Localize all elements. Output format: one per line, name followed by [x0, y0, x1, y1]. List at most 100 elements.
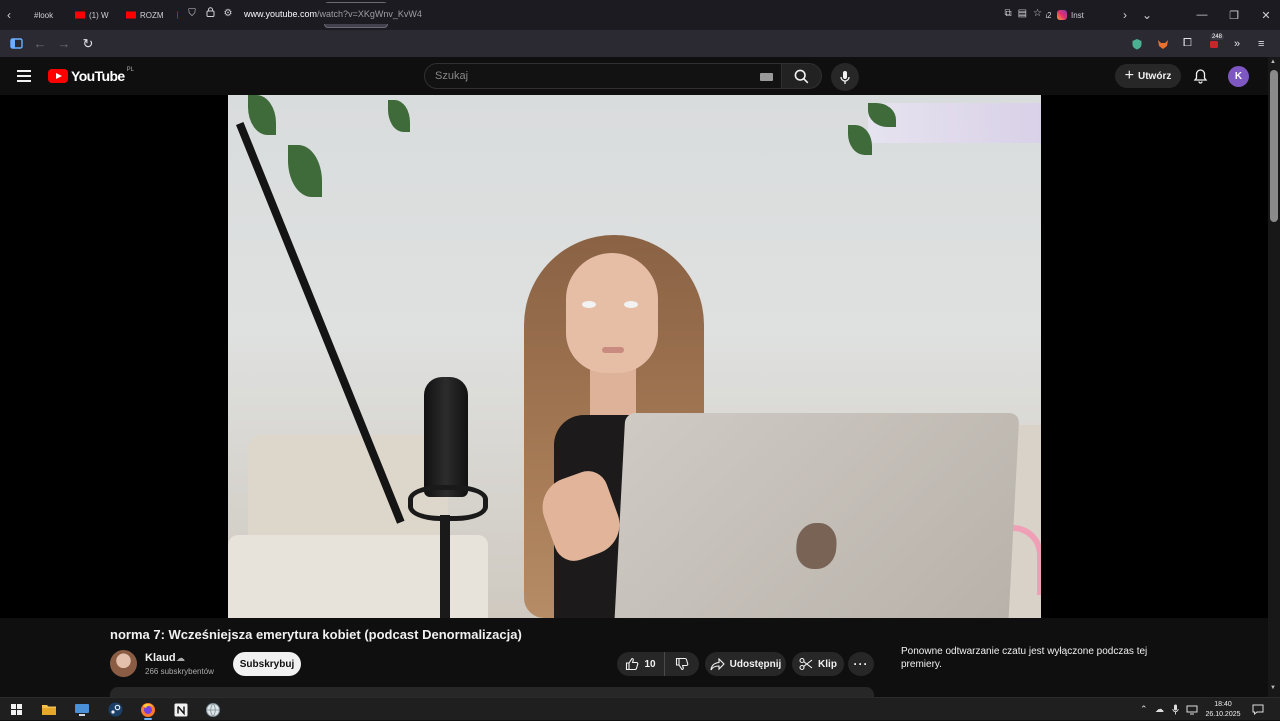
subscriber-count: 266 subskrybentów: [145, 667, 214, 676]
keyboard-icon[interactable]: [760, 73, 773, 81]
channel-avatar[interactable]: [110, 650, 137, 677]
eye: [582, 301, 596, 308]
onedrive-cloud-icon[interactable]: ☁: [1155, 698, 1164, 721]
description-box[interactable]: [110, 687, 874, 697]
file-explorer-icon[interactable]: [36, 699, 62, 720]
browser-tab[interactable]: Inst: [1051, 2, 1102, 28]
search-box: [424, 63, 782, 89]
network-icon[interactable]: [1186, 698, 1198, 721]
youtube-logo[interactable]: YouTube PL: [48, 67, 134, 84]
like-dislike-group: 10: [617, 652, 699, 676]
system-clock[interactable]: 18:40 26.10.2025: [1200, 700, 1246, 720]
youtube-icon: [75, 11, 85, 19]
tab-scroll-left-icon[interactable]: ‹: [0, 0, 18, 30]
clip-label: Klip: [818, 658, 837, 670]
extension-badge: 248: [1210, 34, 1225, 40]
share-icon: [710, 657, 725, 670]
video-frame[interactable]: [228, 95, 1041, 618]
picture-in-picture-icon[interactable]: ⧉: [1004, 8, 1011, 19]
app-globe-icon[interactable]: [200, 699, 226, 720]
app-menu-icon[interactable]: ≡: [1258, 30, 1264, 57]
guide-menu-icon[interactable]: [14, 66, 34, 86]
search-icon: [794, 69, 809, 83]
tab-label: Inst: [1071, 10, 1084, 20]
remote-desktop-icon[interactable]: [69, 699, 95, 720]
channel-name[interactable]: Klaud: [145, 652, 176, 664]
tab-label: ROZM: [140, 10, 164, 20]
permissions-icon[interactable]: ⚙: [220, 8, 236, 19]
dislike-button[interactable]: [665, 652, 699, 676]
search-input[interactable]: [435, 70, 735, 82]
bookmark-star-icon[interactable]: ☆: [1033, 8, 1042, 19]
tab-scroll-right-icon[interactable]: ›: [1116, 0, 1134, 30]
start-windows-icon[interactable]: [3, 699, 29, 720]
tray-overflow-icon[interactable]: ⌃: [1140, 698, 1148, 721]
share-button[interactable]: Udostępnij: [705, 652, 786, 676]
back-icon[interactable]: ←: [28, 32, 52, 56]
laptop: [614, 413, 1020, 618]
apple-logo-icon: [795, 523, 838, 569]
share-label: Udostępnij: [729, 658, 782, 670]
restore-icon[interactable]: ❐: [1218, 0, 1250, 30]
notification-center-icon[interactable]: [1252, 698, 1264, 721]
more-actions-icon[interactable]: ···: [848, 652, 874, 676]
plant-leaf: [288, 145, 322, 197]
steam-icon[interactable]: [102, 699, 128, 720]
account-avatar[interactable]: K: [1228, 66, 1249, 87]
youtube-header: YouTube PL + Utwórz K: [0, 57, 1268, 95]
search-button[interactable]: [782, 63, 822, 89]
mic-stand: [440, 515, 450, 618]
youtube-play-icon: [48, 69, 68, 83]
url-bar[interactable]: ⛉ ⚙ www.youtube.com/watch?v=XKgWnv_KvW4 …: [178, 3, 1046, 24]
plus-icon: +: [1124, 67, 1134, 84]
thumbs-up-icon: [626, 657, 639, 671]
overflow-menu-icon[interactable]: »: [1234, 30, 1240, 57]
firefox-icon[interactable]: [135, 699, 161, 720]
browser-toolbar: ← → ↻: [0, 30, 1280, 57]
none-icon: [24, 10, 34, 20]
lips: [602, 347, 624, 353]
reload-icon[interactable]: ↻: [76, 32, 100, 56]
subscribe-button[interactable]: Subskrybuj: [233, 652, 301, 676]
notion-icon[interactable]: [168, 699, 194, 720]
lock-icon[interactable]: [202, 7, 218, 20]
chat-replay-notice: Ponowne odtwarzanie czatu jest wyłączone…: [901, 646, 1148, 670]
create-button[interactable]: + Utwórz: [1115, 64, 1181, 88]
instagram-icon: [1057, 10, 1067, 20]
reader-view-icon[interactable]: ▤: [1018, 8, 1027, 19]
forward-icon[interactable]: →: [52, 32, 76, 56]
scissors-icon: [799, 657, 813, 671]
voice-search-button[interactable]: [831, 63, 859, 91]
browser-tab[interactable]: #look: [18, 2, 69, 28]
channel-badge-icon: ☁: [176, 653, 185, 663]
browser-tab[interactable]: (1) W: [69, 2, 120, 28]
tab-list-dropdown-icon[interactable]: ⌄: [1138, 0, 1156, 30]
fox-extension-icon[interactable]: [1157, 30, 1169, 57]
minimize-icon[interactable]: —: [1186, 0, 1218, 30]
video-player[interactable]: [0, 95, 1268, 618]
microphone-icon: [840, 70, 850, 84]
page-scrollbar[interactable]: ▲ ▼: [1268, 57, 1280, 697]
scroll-up-icon[interactable]: ▲: [1270, 59, 1276, 65]
notifications-button[interactable]: [1190, 66, 1210, 86]
url-text[interactable]: www.youtube.com/watch?v=XKgWnv_KvW4: [244, 9, 422, 19]
sidebar-toggle-icon[interactable]: [4, 32, 28, 56]
like-button[interactable]: 10: [617, 652, 665, 676]
plant-leaf: [248, 95, 276, 135]
close-window-icon[interactable]: ✕: [1250, 0, 1280, 30]
scroll-down-icon[interactable]: ▼: [1270, 685, 1276, 691]
browser-tab[interactable]: ROZM: [120, 2, 171, 28]
scrollbar-thumb[interactable]: [1270, 70, 1278, 222]
tracking-shield-icon[interactable]: ⛉: [184, 8, 200, 19]
shield-extension-icon[interactable]: [1131, 30, 1143, 57]
extensions-puzzle-icon[interactable]: ⧠: [1183, 30, 1192, 57]
plant-leaf: [388, 100, 410, 132]
clip-button[interactable]: Klip: [792, 652, 844, 676]
person-face: [566, 253, 658, 373]
tray-microphone-icon[interactable]: [1172, 698, 1179, 721]
windows-taskbar: ⌃ ☁ 18:40 26.10.2025: [0, 697, 1280, 720]
microphone: [424, 377, 468, 497]
create-label: Utwórz: [1138, 70, 1172, 82]
clock-time: 18:40: [1214, 701, 1232, 708]
eye: [624, 301, 638, 308]
